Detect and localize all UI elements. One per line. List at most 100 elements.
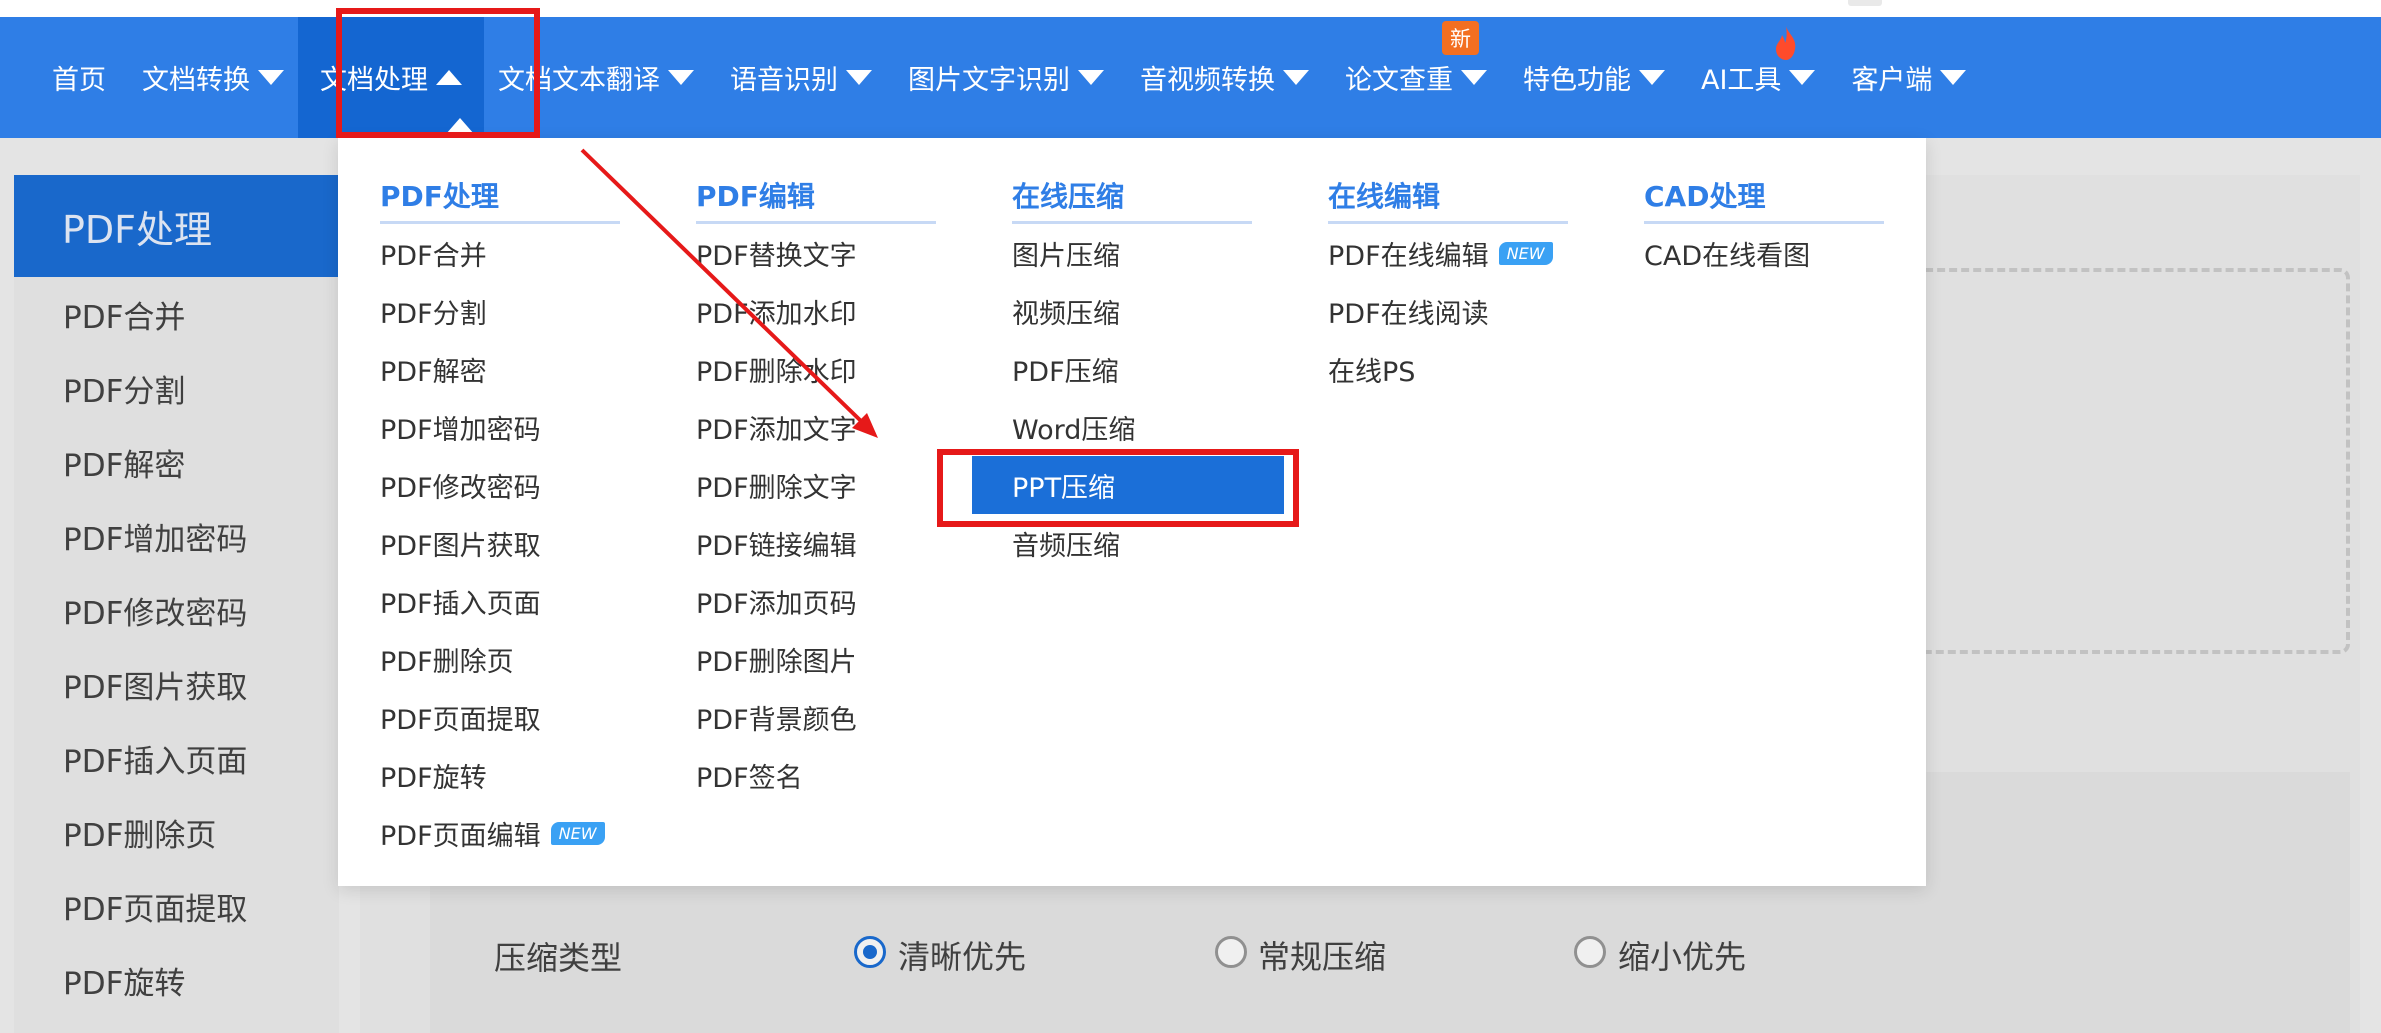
menu-item[interactable]: PDF添加水印 — [696, 282, 936, 340]
caret-down-icon — [1078, 70, 1104, 85]
menu-item-label: PDF压缩 — [1012, 356, 1119, 388]
caret-down-icon — [668, 70, 694, 85]
caret-up-icon — [436, 70, 462, 85]
nav-item-speech[interactable]: 语音识别 — [730, 17, 872, 138]
nav-label: 文档转换 — [142, 65, 250, 96]
menu-item[interactable]: 图片压缩 — [1012, 224, 1252, 282]
menu-item[interactable]: PDF合并 — [380, 224, 620, 282]
menu-item[interactable]: PDF替换文字 — [696, 224, 936, 282]
nav-item-features[interactable]: 特色功能 — [1523, 17, 1665, 138]
menu-item-label: PDF替换文字 — [696, 240, 857, 272]
menu-item[interactable]: PDF在线编辑 NEW — [1328, 224, 1568, 282]
new-badge: NEW — [550, 821, 605, 845]
menu-item-label: PDF删除页 — [380, 646, 514, 678]
menu-item-label: PDF添加页码 — [696, 588, 857, 620]
column-title[interactable]: PDF编辑 — [696, 168, 936, 224]
nav-label: 音视频转换 — [1140, 65, 1275, 96]
dropdown-column-cad: CAD处理 CAD在线看图 — [1644, 168, 1884, 282]
menu-item-label: PDF删除水印 — [696, 356, 857, 388]
caret-down-icon — [1639, 70, 1665, 85]
menu-item-label: PDF图片获取 — [380, 530, 541, 562]
nav-label: 特色功能 — [1523, 65, 1631, 96]
nav-label: 客户端 — [1851, 65, 1933, 96]
nav-item-client[interactable]: 客户端 — [1851, 17, 1967, 138]
caret-down-icon — [846, 70, 872, 85]
nav-item-ocr[interactable]: 图片文字识别 — [908, 17, 1104, 138]
menu-item[interactable]: PDF链接编辑 — [696, 514, 936, 572]
menu-item[interactable]: PDF修改密码 — [380, 456, 620, 514]
nav-label: 图片文字识别 — [908, 65, 1070, 96]
menu-item-label: PPT压缩 — [1012, 472, 1116, 504]
menu-item-label: PDF增加密码 — [380, 414, 541, 446]
menu-item-label: PDF添加水印 — [696, 298, 857, 330]
menu-item[interactable]: PDF背景颜色 — [696, 688, 936, 746]
menu-item[interactable]: PDF添加页码 — [696, 572, 936, 630]
menu-item[interactable]: 在线PS — [1328, 340, 1568, 398]
menu-item-label: 图片压缩 — [1012, 240, 1120, 272]
menu-item[interactable]: 视频压缩 — [1012, 282, 1252, 340]
menu-item[interactable]: PDF删除文字 — [696, 456, 936, 514]
menu-item-label: PDF分割 — [380, 298, 487, 330]
menu-item-label: 在线PS — [1328, 356, 1416, 388]
menu-item[interactable]: PDF分割 — [380, 282, 620, 340]
caret-down-icon — [1789, 70, 1816, 85]
nav-item-translate[interactable]: 文档文本翻译 — [498, 17, 694, 138]
column-title[interactable]: PDF处理 — [380, 168, 620, 224]
menu-item[interactable]: PDF页面编辑 NEW — [380, 804, 620, 862]
menu-item[interactable]: Word压缩 — [1012, 398, 1252, 456]
new-badge: NEW — [1498, 241, 1553, 265]
menu-item[interactable]: PDF删除图片 — [696, 630, 936, 688]
menu-item-label: PDF在线编辑 — [1328, 240, 1489, 272]
nav-item-plagiarism[interactable]: 论文查重 新 — [1345, 17, 1487, 138]
menu-item[interactable]: PDF旋转 — [380, 746, 620, 804]
menu-item-label: PDF旋转 — [380, 762, 487, 794]
menu-pointer — [446, 118, 474, 134]
menu-item-label: PDF插入页面 — [380, 588, 541, 620]
column-title[interactable]: 在线压缩 — [1012, 168, 1252, 224]
top-strip-tab — [1848, 0, 1882, 6]
menu-item-label: PDF页面提取 — [380, 704, 541, 736]
menu-item-label: PDF删除图片 — [696, 646, 857, 678]
menu-item[interactable]: PDF页面提取 — [380, 688, 620, 746]
menu-item-label: PDF修改密码 — [380, 472, 541, 504]
menu-item[interactable]: PDF压缩 — [1012, 340, 1252, 398]
menu-item-label: CAD在线看图 — [1644, 240, 1811, 272]
nav-item-ai-tools[interactable]: AI工具 — [1701, 17, 1816, 138]
menu-item-label: PDF解密 — [380, 356, 487, 388]
menu-item[interactable]: PDF插入页面 — [380, 572, 620, 630]
nav-item-home[interactable]: 首页 — [52, 17, 106, 138]
caret-down-icon — [1940, 70, 1967, 85]
doc-process-dropdown: PDF处理 PDF合并 PDF分割 PDF解密 PDF增加密码 PDF修改密码 … — [338, 138, 1926, 886]
menu-item-ppt-compress[interactable]: PPT压缩 — [972, 456, 1284, 514]
menu-item-label: PDF添加文字 — [696, 414, 857, 446]
column-title[interactable]: 在线编辑 — [1328, 168, 1568, 224]
caret-down-icon — [1461, 70, 1487, 85]
menu-item[interactable]: PDF签名 — [696, 746, 936, 804]
menu-item[interactable]: PDF增加密码 — [380, 398, 620, 456]
dropdown-column-pdf-edit: PDF编辑 PDF替换文字 PDF添加水印 PDF删除水印 PDF添加文字 PD… — [696, 168, 936, 804]
column-title[interactable]: CAD处理 — [1644, 168, 1884, 224]
caret-down-icon — [258, 70, 284, 85]
menu-item[interactable]: 音频压缩 — [1012, 514, 1252, 572]
nav-label: 语音识别 — [730, 65, 838, 96]
browser-top-strip — [0, 0, 2381, 17]
menu-item[interactable]: PDF解密 — [380, 340, 620, 398]
fire-icon — [1776, 26, 1796, 60]
nav-label: 文档文本翻译 — [498, 65, 660, 96]
menu-item[interactable]: PDF删除页 — [380, 630, 620, 688]
nav-item-av-convert[interactable]: 音视频转换 — [1140, 17, 1309, 138]
main-nav: 首页 文档转换 文档处理 文档文本翻译 语音识别 图片文字识别 音视频转换 论文… — [0, 17, 2381, 138]
menu-item-label: PDF删除文字 — [696, 472, 857, 504]
menu-item[interactable]: PDF在线阅读 — [1328, 282, 1568, 340]
dropdown-column-pdf-process: PDF处理 PDF合并 PDF分割 PDF解密 PDF增加密码 PDF修改密码 … — [380, 168, 620, 862]
menu-item[interactable]: PDF图片获取 — [380, 514, 620, 572]
nav-item-doc-convert[interactable]: 文档转换 — [142, 17, 284, 138]
menu-item[interactable]: PDF删除水印 — [696, 340, 936, 398]
nav-label: 文档处理 — [320, 65, 428, 96]
menu-item-label: PDF背景颜色 — [696, 704, 857, 736]
menu-item-label: PDF签名 — [696, 762, 803, 794]
menu-item-label: Word压缩 — [1012, 414, 1136, 446]
nav-label: 首页 — [52, 65, 106, 96]
menu-item[interactable]: PDF添加文字 — [696, 398, 936, 456]
menu-item[interactable]: CAD在线看图 — [1644, 224, 1884, 282]
